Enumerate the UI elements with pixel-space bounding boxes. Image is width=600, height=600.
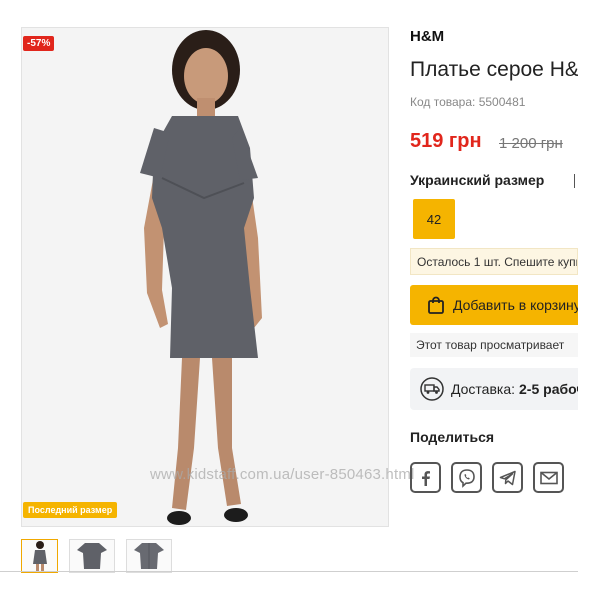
size-chart-link[interactable]: [574, 174, 578, 188]
last-size-badge: Последний размер: [23, 502, 118, 518]
thumbnail-dress-back-image: [134, 543, 164, 569]
thumbnail-dress-image: [77, 543, 107, 569]
product-sku: Код товара: 5500481: [410, 95, 526, 109]
thumbnail-strip: [21, 539, 172, 573]
product-title: Платье серое H&M: [410, 58, 578, 81]
viewers-note: Этот товар просматривает: [410, 333, 578, 357]
share-label: Поделиться: [410, 429, 495, 445]
stock-note: Осталось 1 шт. Спешите купить!: [410, 248, 578, 275]
discount-badge: -57%: [23, 36, 55, 51]
delivery-info: Доставка: 2-5 рабочих дней: [410, 368, 578, 410]
brand-name[interactable]: H&M: [410, 28, 444, 45]
viber-icon[interactable]: [451, 462, 482, 493]
thumbnail-model-image: [32, 541, 47, 572]
delivery-truck-icon: [420, 377, 444, 401]
product-main-photo[interactable]: [21, 27, 389, 527]
add-to-cart-button[interactable]: Добавить в корзину: [410, 285, 578, 325]
add-to-cart-label: Добавить в корзину: [453, 297, 578, 313]
shopping-bag-icon: [427, 296, 445, 314]
size-label: Украинский размер: [410, 172, 545, 188]
thumbnail-dress-back[interactable]: [126, 539, 172, 573]
delivery-value: 2-5 рабочих дней: [519, 381, 578, 397]
thumbnail-model-front[interactable]: [21, 539, 58, 573]
model-photo-illustration: [22, 28, 388, 526]
telegram-icon[interactable]: [492, 462, 523, 493]
delivery-label: Доставка:: [451, 381, 516, 397]
share-icons: [410, 462, 564, 493]
thumbnail-dress-flat[interactable]: [69, 539, 115, 573]
watermark-text: www.kidstaff.com.ua/user-850463.html: [150, 466, 415, 483]
size-option-42[interactable]: 42: [413, 199, 455, 239]
divider-line: [0, 571, 578, 572]
old-price: 1 200 грн: [499, 135, 563, 152]
current-price: 519 грн: [410, 130, 482, 152]
email-icon[interactable]: [533, 462, 564, 493]
